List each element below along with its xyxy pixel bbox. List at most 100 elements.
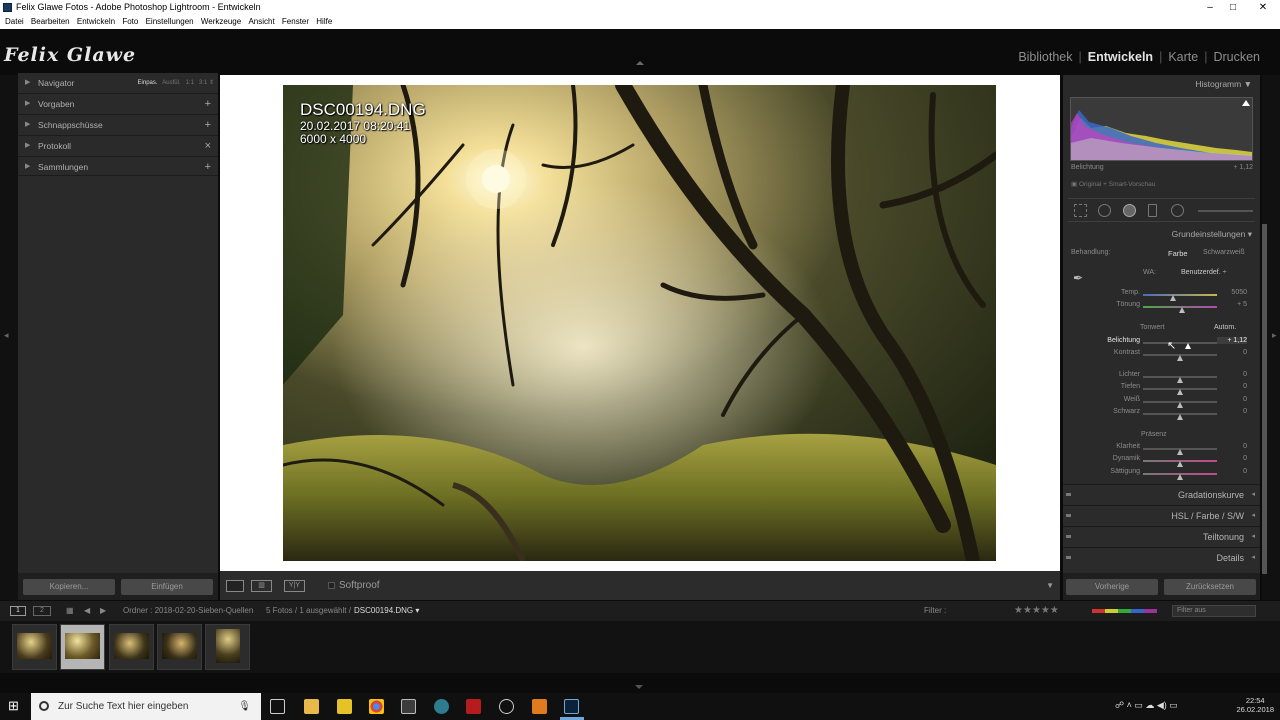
photo-canvas[interactable]: DSC00194.DNG 20.02.2017 08:20:41 6000 x … [283, 85, 996, 561]
collapse-arrow-icon[interactable]: ◂ [1251, 553, 1255, 561]
slider-value[interactable]: 0 [1217, 383, 1247, 390]
slider-highlights[interactable]: Lichter 0 [1063, 371, 1260, 383]
forward-arrow-icon[interactable]: ▶ [100, 601, 106, 621]
slider-value[interactable]: 0 [1217, 443, 1247, 450]
histogram-header[interactable]: Histogramm ▼ [1195, 79, 1252, 89]
slider-tint[interactable]: Tönung + 5 [1063, 301, 1260, 313]
reset-button[interactable]: Zurücksetzen [1164, 579, 1256, 595]
menu-datei[interactable]: Datei [5, 15, 24, 29]
left-panel-edge[interactable]: ◂ [0, 75, 18, 600]
filmstrip-thumbnail[interactable] [109, 624, 154, 670]
camera-app-icon[interactable] [499, 699, 514, 714]
slider-value[interactable]: + 5 [1217, 301, 1247, 308]
collapse-top-arrow-icon[interactable] [636, 61, 644, 65]
panel-schnappschuesse[interactable]: ▶ Schnappschüsse + [18, 114, 218, 134]
crop-tool-icon[interactable] [1074, 204, 1087, 217]
maximize-button[interactable]: □ [1218, 0, 1248, 15]
slider-value[interactable]: 5050 [1217, 289, 1247, 296]
slider-knob[interactable] [1177, 461, 1183, 467]
disclosure-triangle-icon[interactable]: ▶ [25, 157, 30, 177]
system-tray-icons[interactable]: ☍ ˄ ▭ ☁ ◀) ▭ [1115, 700, 1178, 711]
menu-werkzeuge[interactable]: Werkzeuge [201, 15, 241, 29]
paste-button[interactable]: Einfügen [121, 579, 213, 595]
treatment-bw-option[interactable]: Schwarzweiß [1203, 249, 1245, 256]
yy-view-icon[interactable]: Y|Y [284, 580, 305, 592]
window-2-button[interactable]: 2 [33, 606, 51, 616]
slider-value[interactable]: 0 [1217, 455, 1247, 462]
softproof-toggle[interactable]: Softproof [328, 580, 380, 591]
slider-knob[interactable] [1177, 389, 1183, 395]
slider-exposure[interactable]: Belichtung + 1,12 [1063, 337, 1260, 349]
panel-switch-icon[interactable] [1066, 514, 1071, 517]
module-entwickeln[interactable]: Entwickeln [1088, 50, 1153, 64]
right-panel-scrollbar[interactable] [1262, 224, 1267, 574]
slider-track[interactable] [1143, 448, 1217, 455]
menu-entwickeln[interactable]: Entwickeln [77, 15, 115, 29]
image-preview-area[interactable]: DSC00194.DNG 20.02.2017 08:20:41 6000 x … [220, 75, 1060, 571]
toolbar-menu-chevron-icon[interactable]: ▼ [1046, 581, 1054, 590]
zoom-fit[interactable]: Einpas. [138, 80, 158, 86]
filmstrip-thumbnail-selected[interactable] [60, 624, 105, 670]
slider-track[interactable] [1143, 376, 1217, 383]
star-icon[interactable]: ★ [1014, 605, 1023, 616]
graduated-filter-icon[interactable] [1148, 204, 1157, 217]
menu-fenster[interactable]: Fenster [282, 15, 309, 29]
zoom-1-1[interactable]: 1:1 [186, 80, 194, 86]
panel-switch-icon[interactable] [1066, 556, 1071, 559]
color-label-filter[interactable] [1092, 609, 1157, 613]
navigator-header[interactable]: ▶ Navigator Einpas. Ausfül. 1:1 3:1 ⇕ [18, 73, 218, 93]
slider-value[interactable]: 0 [1217, 396, 1247, 403]
module-karte[interactable]: Karte [1168, 50, 1198, 64]
panel-sammlungen[interactable]: ▶ Sammlungen + [18, 156, 218, 176]
star-icon[interactable]: ★ [1032, 605, 1041, 616]
menu-bearbeiten[interactable]: Bearbeiten [31, 15, 70, 29]
lightroom-taskbar-icon[interactable] [564, 699, 579, 714]
slider-value[interactable]: 0 [1217, 408, 1247, 415]
slider-blacks[interactable]: Schwarz 0 [1063, 408, 1260, 420]
windows-start-icon[interactable]: ⊞ [8, 698, 19, 714]
current-file[interactable]: DSC00194.DNG ▾ [354, 601, 419, 621]
slider-value[interactable]: + 1,12 [1217, 337, 1247, 344]
collapse-arrow-icon[interactable]: ◂ [1251, 490, 1255, 498]
collapse-arrow-icon[interactable]: ◂ [1251, 532, 1255, 540]
slider-contrast[interactable]: Kontrast 0 [1063, 349, 1260, 361]
chrome-icon[interactable] [369, 699, 384, 714]
slider-track[interactable] [1143, 306, 1217, 313]
slider-value[interactable]: 0 [1217, 349, 1247, 356]
add-preset-icon[interactable]: + [205, 94, 211, 114]
taskbar-clock[interactable]: 22:54 26.02.2018 [1236, 696, 1274, 714]
filmstrip-thumbnail[interactable] [12, 624, 57, 670]
expand-left-arrow-icon[interactable]: ◂ [4, 330, 9, 341]
previous-button[interactable]: Vorherige [1066, 579, 1158, 595]
panel-teiltonung[interactable]: Teiltonung ◂ [1063, 526, 1260, 547]
softproof-checkbox[interactable] [328, 581, 335, 589]
slider-track[interactable] [1143, 413, 1217, 420]
spot-removal-icon[interactable] [1098, 204, 1111, 217]
filmstrip-thumbnail[interactable] [157, 624, 202, 670]
panel-switch-icon[interactable] [1066, 493, 1071, 496]
globe-icon[interactable] [434, 699, 449, 714]
brush-slider-icon[interactable] [1198, 210, 1253, 212]
acrobat-icon[interactable] [466, 699, 481, 714]
menu-hilfe[interactable]: Hilfe [316, 15, 332, 29]
basic-panel-header[interactable]: Grundeinstellungen ▾ [1172, 229, 1252, 240]
eyedropper-icon[interactable]: ✒ [1073, 271, 1091, 285]
module-drucken[interactable]: Drucken [1213, 50, 1260, 64]
add-collection-icon[interactable]: + [205, 157, 211, 177]
app-icon[interactable] [401, 699, 416, 714]
slider-value[interactable]: 0 [1217, 468, 1247, 475]
before-after-icon[interactable]: ▥ [251, 580, 272, 592]
disclosure-triangle-icon[interactable]: ▶ [25, 136, 30, 156]
task-view-icon[interactable] [270, 699, 285, 714]
slider-track[interactable] [1143, 388, 1217, 395]
folder-path[interactable]: Ordner : 2018-02-20-Sieben-Quellen [123, 601, 253, 621]
menu-foto[interactable]: Foto [122, 15, 138, 29]
red-eye-icon[interactable] [1123, 204, 1136, 217]
filmstrip-thumbnail[interactable] [205, 624, 250, 670]
slider-temp[interactable]: Temp. 5050 [1063, 289, 1260, 301]
slider-track[interactable] [1143, 294, 1217, 301]
wb-preset-select[interactable]: Benutzerdef. ÷ [1181, 269, 1226, 276]
slider-knob[interactable] [1177, 355, 1183, 361]
window-1-button[interactable]: 1 [10, 606, 26, 616]
collapse-bottom-arrow-icon[interactable] [635, 685, 643, 689]
